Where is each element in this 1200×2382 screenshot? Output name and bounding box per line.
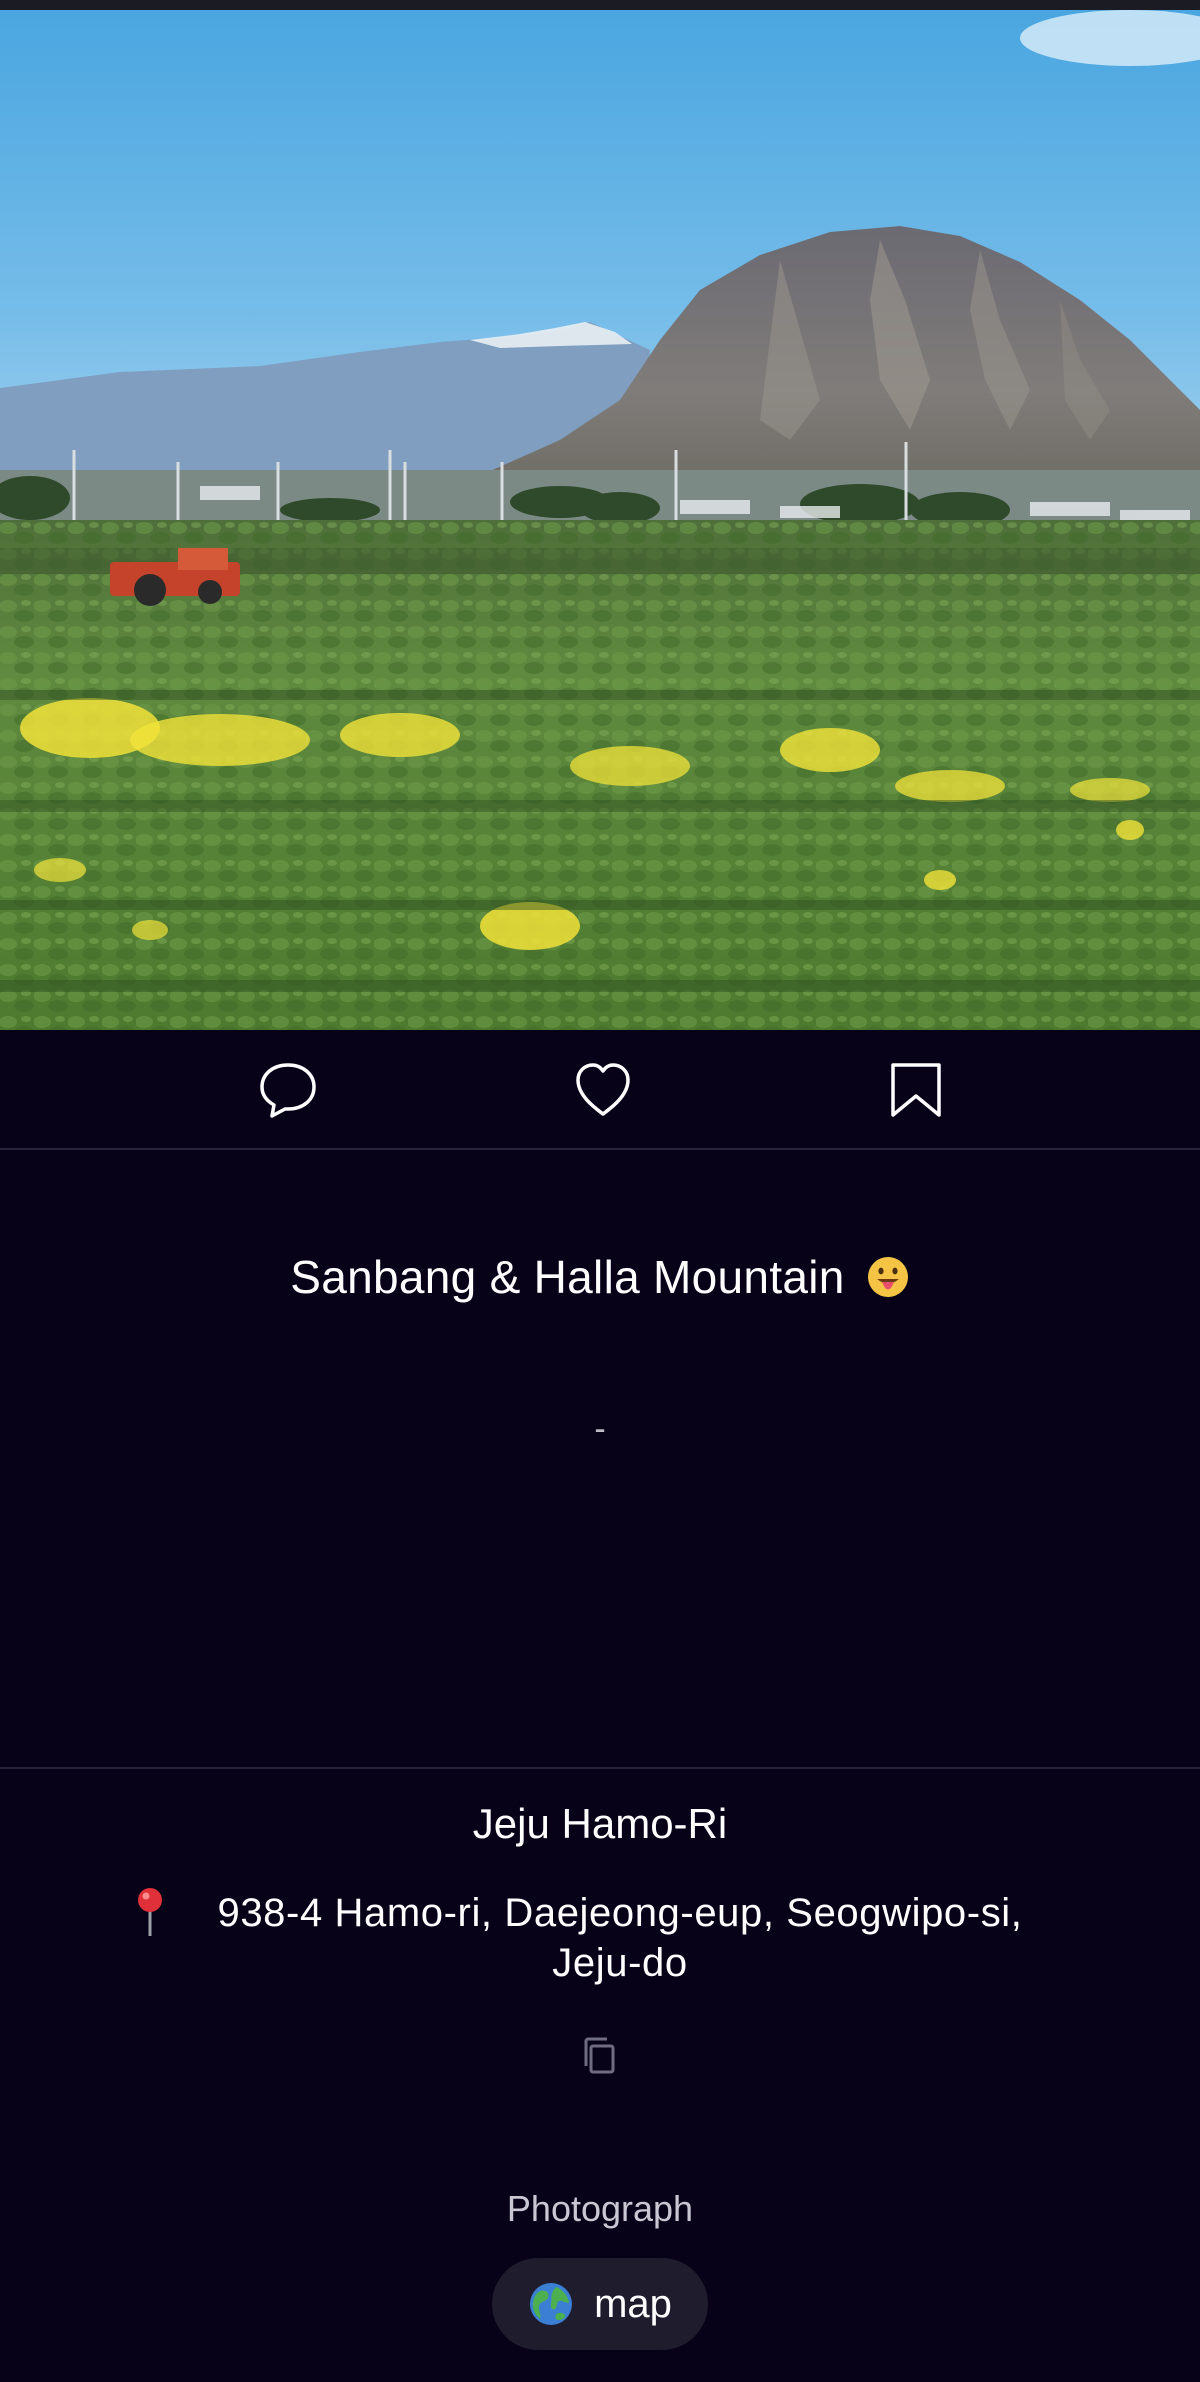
section-divider bbox=[0, 1767, 1200, 1769]
comment-button[interactable] bbox=[256, 1058, 320, 1122]
place-name: Jeju Hamo-Ri bbox=[472, 1800, 728, 1847]
post-title: Sanbang & Halla Mountain bbox=[0, 1250, 1200, 1304]
post-photo[interactable] bbox=[0, 0, 1200, 1030]
landscape-image bbox=[0, 0, 1200, 1030]
address-text: 938-4 Hamo-ri, Daejeong-eup, Seogwipo-si… bbox=[180, 1888, 1060, 1988]
post-detail-screen: Sanbang & Halla Mountain - Jeju Hamo-Ri … bbox=[0, 0, 1200, 2382]
speech-bubble-icon bbox=[260, 1063, 316, 1118]
post-description: - bbox=[594, 1410, 606, 1448]
globe-icon bbox=[530, 2283, 573, 2325]
address-row: 938-4 Hamo-ri, Daejeong-eup, Seogwipo-si… bbox=[120, 1886, 1080, 1996]
map-button-label: map bbox=[594, 2281, 672, 2326]
category-label: Photograph bbox=[506, 2188, 694, 2229]
map-button[interactable]: map bbox=[492, 2258, 708, 2350]
action-bar bbox=[0, 1030, 1200, 1150]
face-with-tongue-emoji bbox=[867, 1257, 908, 1297]
address-line-2: Jeju-do bbox=[552, 1941, 688, 1985]
copy-icon bbox=[584, 2037, 615, 2074]
like-button[interactable] bbox=[571, 1058, 635, 1122]
round-pushpin-icon bbox=[138, 1888, 162, 1936]
copy-address-button[interactable] bbox=[580, 2036, 620, 2076]
bookmark-icon bbox=[891, 1063, 941, 1117]
post-title-text: Sanbang & Halla Mountain bbox=[290, 1251, 845, 1303]
bookmark-button[interactable] bbox=[884, 1058, 948, 1122]
heart-icon bbox=[576, 1063, 630, 1116]
address-line-1: 938-4 Hamo-ri, Daejeong-eup, Seogwipo-si… bbox=[217, 1891, 1023, 1935]
